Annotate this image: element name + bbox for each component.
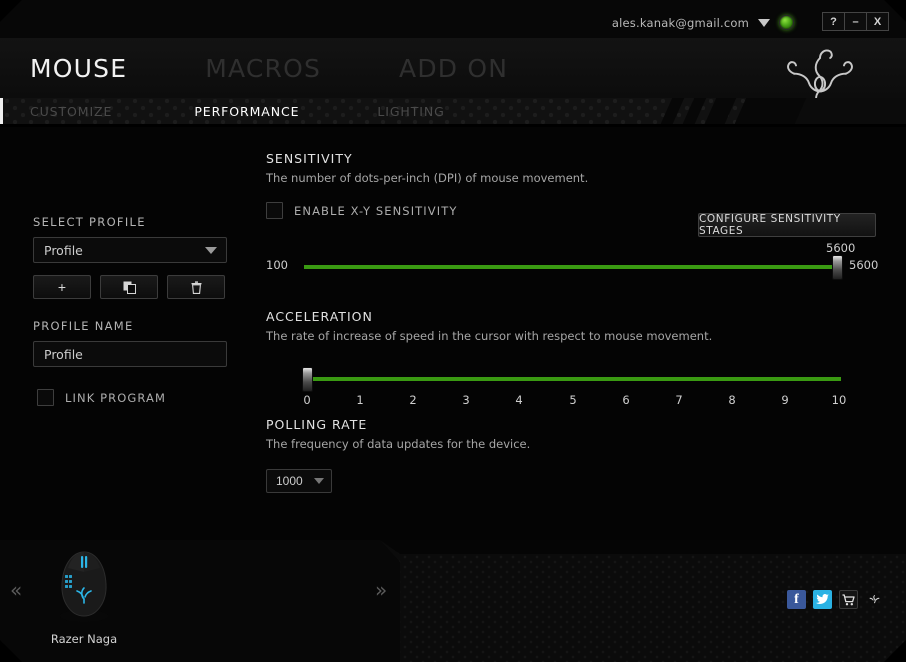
sensitivity-current-value: 5600 bbox=[849, 258, 879, 272]
settings-panel: SENSITIVITY The number of dots-per-inch … bbox=[266, 151, 879, 493]
device-name: Razer Naga bbox=[50, 632, 118, 646]
profile-panel: SELECT PROFILE Profile + PROFILE NAME Pr… bbox=[33, 215, 233, 406]
sensitivity-slider[interactable]: 100 5600 5600 bbox=[266, 241, 879, 291]
enable-xy-label: ENABLE X-Y SENSITIVITY bbox=[294, 203, 458, 218]
razer-snakes-glyph bbox=[869, 595, 880, 604]
title-bar: ales.kanak@gmail.com ? – X bbox=[0, 0, 906, 38]
razer-synapse-window: ales.kanak@gmail.com ? – X MOUSE MACROS … bbox=[0, 0, 906, 662]
status-led-icon bbox=[779, 15, 794, 30]
accel-tick-3: 3 bbox=[462, 393, 470, 407]
account-email: ales.kanak@gmail.com bbox=[611, 15, 749, 30]
subtab-lighting[interactable]: LIGHTING bbox=[377, 104, 444, 119]
sensitivity-min-label: 100 bbox=[266, 258, 288, 272]
link-program-checkbox[interactable] bbox=[37, 389, 54, 406]
link-program-label: LINK PROGRAM bbox=[65, 390, 166, 405]
device-bar: « » Razer Naga f bbox=[0, 540, 906, 662]
sensitivity-top-value: 5600 bbox=[826, 241, 856, 255]
accel-tick-1: 1 bbox=[356, 393, 364, 407]
tab-mouse[interactable]: MOUSE bbox=[30, 54, 127, 83]
profile-action-buttons: + bbox=[33, 275, 233, 299]
acceleration-title: ACCELERATION bbox=[266, 309, 373, 324]
razer-naga-mouse-icon bbox=[60, 551, 108, 622]
acceleration-tick-labels: 0 1 2 3 4 5 6 7 8 9 10 bbox=[266, 393, 876, 409]
minimize-button[interactable]: – bbox=[844, 12, 867, 31]
accel-tick-9: 9 bbox=[781, 393, 789, 407]
accel-tick-0: 0 bbox=[303, 393, 311, 407]
tab-add-on[interactable]: ADD ON bbox=[399, 54, 508, 83]
close-button[interactable]: X bbox=[866, 12, 889, 31]
accel-tick-7: 7 bbox=[675, 393, 683, 407]
chevron-down-icon[interactable] bbox=[758, 18, 770, 27]
device-prev-button[interactable]: « bbox=[10, 578, 22, 602]
add-profile-button[interactable]: + bbox=[33, 275, 91, 299]
select-profile-label: SELECT PROFILE bbox=[33, 215, 146, 229]
sensitivity-slider-track[interactable] bbox=[304, 265, 833, 269]
header-stripe-decoration bbox=[636, 98, 906, 124]
sensitivity-description: The number of dots-per-inch (DPI) of mou… bbox=[266, 171, 589, 185]
polling-rate-value: 1000 bbox=[276, 474, 303, 488]
configure-sensitivity-stages-button[interactable]: CONFIGURE SENSITIVITY STAGES bbox=[698, 213, 876, 237]
polling-rate-dropdown[interactable]: 1000 bbox=[266, 469, 332, 493]
configure-sensitivity-stages-label: CONFIGURE SENSITIVITY STAGES bbox=[699, 213, 841, 237]
polling-rate-title: POLLING RATE bbox=[266, 417, 368, 432]
content-area: SELECT PROFILE Profile + PROFILE NAME Pr… bbox=[0, 127, 906, 540]
acceleration-slider-handle[interactable] bbox=[302, 367, 313, 392]
sensitivity-title: SENSITIVITY bbox=[266, 151, 353, 166]
sensitivity-section: SENSITIVITY The number of dots-per-inch … bbox=[266, 151, 879, 291]
chevron-down-icon bbox=[205, 246, 217, 254]
polling-rate-section: POLLING RATE The frequency of data updat… bbox=[266, 417, 876, 493]
main-tab-bar: MOUSE MACROS ADD ON bbox=[30, 54, 508, 83]
accel-tick-10: 10 bbox=[831, 393, 847, 407]
tab-macros[interactable]: MACROS bbox=[205, 54, 321, 83]
accel-tick-8: 8 bbox=[728, 393, 736, 407]
copy-profile-button[interactable] bbox=[100, 275, 158, 299]
chevron-down-icon bbox=[314, 478, 324, 484]
acceleration-slider[interactable]: 0 1 2 3 4 5 6 7 8 9 10 bbox=[266, 357, 876, 411]
device-item[interactable]: Razer Naga bbox=[47, 548, 121, 646]
select-profile-dropdown[interactable]: Profile bbox=[33, 237, 227, 263]
window-buttons: ? – X bbox=[822, 12, 889, 31]
help-button[interactable]: ? bbox=[822, 12, 845, 31]
enable-xy-checkbox[interactable] bbox=[266, 202, 283, 219]
cart-icon[interactable] bbox=[839, 590, 858, 609]
accel-tick-5: 5 bbox=[569, 393, 577, 407]
profile-name-value: Profile bbox=[44, 346, 83, 362]
select-profile-value: Profile bbox=[44, 242, 83, 258]
trash-icon bbox=[191, 280, 201, 294]
subtab-customize[interactable]: CUSTOMIZE bbox=[30, 104, 112, 119]
acceleration-description: The rate of increase of speed in the cur… bbox=[266, 329, 713, 343]
accel-tick-6: 6 bbox=[622, 393, 630, 407]
accel-tick-2: 2 bbox=[409, 393, 417, 407]
header: MOUSE MACROS ADD ON bbox=[0, 38, 906, 115]
link-program-row[interactable]: LINK PROGRAM bbox=[37, 389, 233, 406]
subtab-performance[interactable]: PERFORMANCE bbox=[194, 104, 299, 119]
sensitivity-slider-handle[interactable] bbox=[832, 255, 843, 280]
facebook-icon[interactable]: f bbox=[787, 590, 806, 609]
acceleration-section: ACCELERATION The rate of increase of spe… bbox=[266, 309, 876, 411]
profile-name-input[interactable]: Profile bbox=[33, 341, 227, 367]
polling-rate-description: The frequency of data updates for the de… bbox=[266, 437, 531, 451]
device-next-button[interactable]: » bbox=[375, 578, 387, 602]
razer-icon[interactable] bbox=[865, 590, 884, 609]
plus-icon: + bbox=[57, 279, 67, 295]
shopping-cart-glyph bbox=[842, 593, 855, 605]
acceleration-slider-track[interactable] bbox=[307, 377, 841, 381]
account-area[interactable]: ales.kanak@gmail.com bbox=[612, 15, 794, 30]
accel-tick-4: 4 bbox=[515, 393, 523, 407]
delete-profile-button[interactable] bbox=[167, 275, 225, 299]
twitter-bird-glyph bbox=[816, 594, 829, 604]
profile-name-label: PROFILE NAME bbox=[33, 319, 134, 333]
sub-tab-bar: CUSTOMIZE PERFORMANCE LIGHTING bbox=[0, 98, 906, 124]
copy-icon bbox=[123, 281, 136, 294]
twitter-icon[interactable] bbox=[813, 590, 832, 609]
social-links: f bbox=[787, 590, 884, 609]
